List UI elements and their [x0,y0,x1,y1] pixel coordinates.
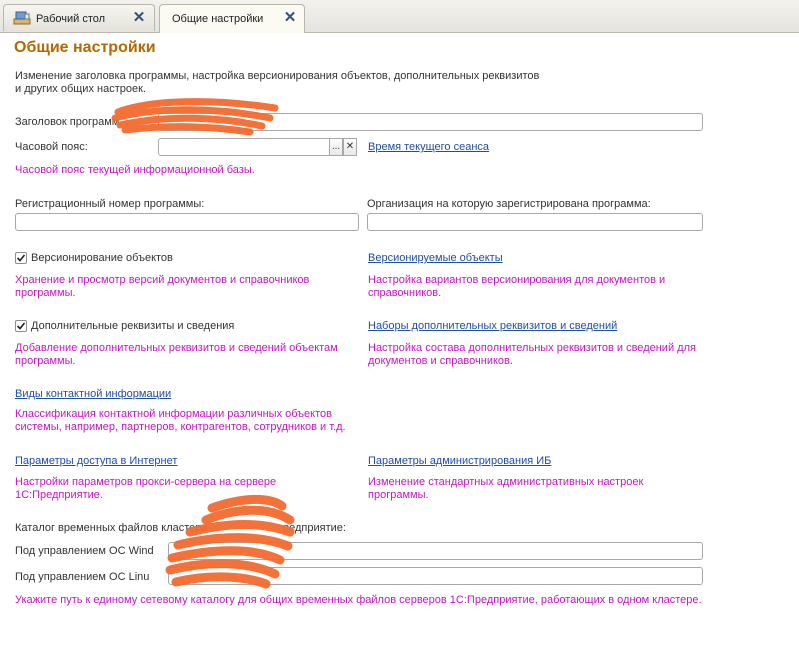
contact-info-kinds-link[interactable]: Виды контактной информации [15,388,171,400]
attribute-sets-hint-line2: документов и справочников. [368,355,513,367]
temp-catalog-label-end: редприятие: [283,522,346,534]
versioned-objects-hint-line1: Настройка вариантов версионирования для … [368,274,666,286]
close-icon[interactable]: ✕ [132,10,146,26]
versioning-hint-line1: Хранение и просмотр версий документов и … [15,274,310,286]
contact-info-hint-line2: системы, например, партнеров, контрагент… [15,421,346,433]
close-icon[interactable]: ✕ [283,10,297,26]
additional-attributes-label: Дополнительные реквизиты и сведения [31,320,235,332]
registration-number-input[interactable] [15,213,359,231]
ib-administration-hint-line1: Изменение стандартных административных н… [368,476,644,488]
versioning-checkbox[interactable] [15,252,27,264]
ib-administration-link[interactable]: Параметры администрирования ИБ [368,455,551,467]
timezone-label: Часовой пояс: [15,141,88,153]
versioned-objects-link[interactable]: Версионируемые объекты [368,252,503,264]
registration-number-label: Регистрационный номер программы: [15,198,205,210]
attribute-sets-link[interactable]: Наборы дополнительных реквизитов и сведе… [368,320,617,332]
page-description-line2: и других общих настроек. [15,83,146,95]
checkmark-icon [16,254,26,262]
session-time-link[interactable]: Время текущего сеанса [368,141,489,153]
versioned-objects-hint-line2: справочников. [368,287,442,299]
timezone-choose-button[interactable]: ... [329,138,343,156]
contact-info-hint-line1: Классификация контактной информации разл… [15,408,332,420]
app-title-input[interactable] [158,113,703,131]
organization-input[interactable] [367,213,703,231]
windows-path-label: Под управлением ОС Wind [15,545,154,557]
attribute-sets-hint-line1: Настройка состава дополнительных реквизи… [368,342,696,354]
additional-attributes-checkbox[interactable] [15,320,27,332]
linux-path-label: Под управлением ОС Linu [15,571,150,583]
timezone-hint: Часовой пояс текущей информационной базы… [15,164,255,176]
timezone-clear-button[interactable]: ✕ [343,138,357,156]
tab-desktop-label: Рабочий стол [36,13,106,25]
ib-administration-hint-line2: программы. [368,489,429,501]
tab-general-settings[interactable]: Общие настройки ✕ [159,4,305,33]
tab-bar: Рабочий стол ✕ Общие настройки ✕ [0,0,799,33]
internet-access-hint-line2: 1С:Предприятие. [15,489,103,501]
versioning-hint-line2: программы. [15,287,76,299]
app-title-label: Заголовок программ [15,116,120,128]
additional-attributes-hint-line1: Добавление дополнительных реквизитов и с… [15,342,338,354]
linux-path-input[interactable] [168,567,703,585]
timezone-input[interactable] [158,138,330,156]
internet-access-hint-line1: Настройки параметров прокси-сервера на с… [15,476,277,488]
internet-access-link[interactable]: Параметры доступа в Интернет [15,455,177,467]
page-description-line1: Изменение заголовка программы, настройка… [15,70,540,82]
windows-path-input[interactable] [168,542,703,560]
versioning-label: Версионирование объектов [31,252,173,264]
tab-desktop[interactable]: Рабочий стол ✕ [3,4,155,31]
temp-catalog-hint: Укажите путь к единому сетевому каталогу… [15,594,702,606]
additional-attributes-hint-line2: программы. [15,355,76,367]
tab-general-settings-label: Общие настройки [172,13,264,25]
page-title: Общие настройки [14,39,156,56]
checkmark-icon [16,322,26,330]
temp-catalog-label: Каталог временных файлов кластера [15,522,208,534]
organization-label: Организация на которую зарегистрирована … [367,198,651,210]
desktop-icon [12,10,32,26]
